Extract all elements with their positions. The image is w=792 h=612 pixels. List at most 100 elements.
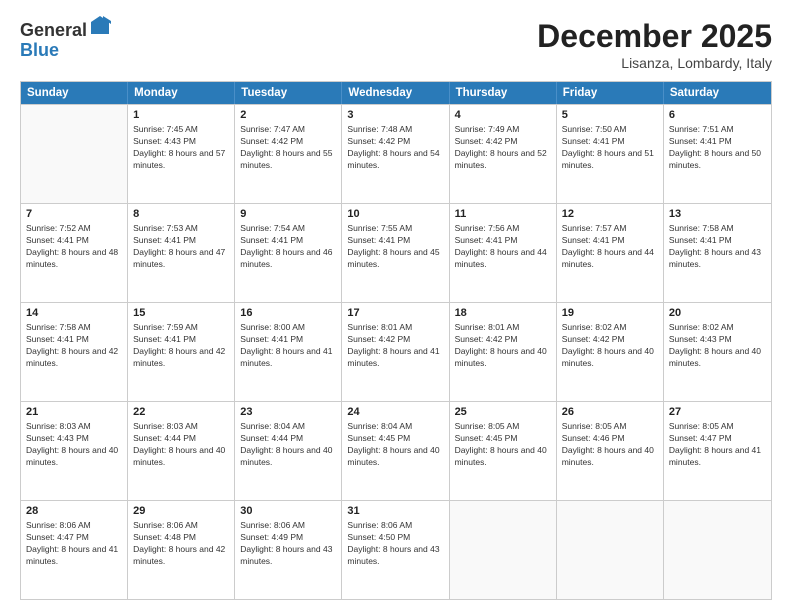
day-number: 7: [26, 207, 122, 222]
day-number: 11: [455, 207, 551, 222]
day-number: 31: [347, 504, 443, 519]
day-number: 6: [669, 108, 766, 123]
calendar-cell: [557, 501, 664, 599]
calendar-cell: 3Sunrise: 7:48 AM Sunset: 4:42 PM Daylig…: [342, 105, 449, 203]
cell-info: Sunrise: 8:02 AM Sunset: 4:42 PM Dayligh…: [562, 322, 658, 370]
day-number: 18: [455, 306, 551, 321]
logo-icon: [89, 14, 111, 36]
cell-info: Sunrise: 7:48 AM Sunset: 4:42 PM Dayligh…: [347, 124, 443, 172]
calendar-cell: 9Sunrise: 7:54 AM Sunset: 4:41 PM Daylig…: [235, 204, 342, 302]
cell-info: Sunrise: 8:04 AM Sunset: 4:44 PM Dayligh…: [240, 421, 336, 469]
day-number: 3: [347, 108, 443, 123]
cell-info: Sunrise: 7:59 AM Sunset: 4:41 PM Dayligh…: [133, 322, 229, 370]
calendar-row: 7Sunrise: 7:52 AM Sunset: 4:41 PM Daylig…: [21, 203, 771, 302]
header-wednesday: Wednesday: [342, 82, 449, 104]
day-number: 2: [240, 108, 336, 123]
calendar-cell: 4Sunrise: 7:49 AM Sunset: 4:42 PM Daylig…: [450, 105, 557, 203]
calendar-cell: 5Sunrise: 7:50 AM Sunset: 4:41 PM Daylig…: [557, 105, 664, 203]
day-number: 4: [455, 108, 551, 123]
calendar-cell: [664, 501, 771, 599]
logo-general: General: [20, 20, 87, 40]
cell-info: Sunrise: 7:56 AM Sunset: 4:41 PM Dayligh…: [455, 223, 551, 271]
day-number: 17: [347, 306, 443, 321]
calendar: Sunday Monday Tuesday Wednesday Thursday…: [20, 81, 772, 600]
calendar-cell: 28Sunrise: 8:06 AM Sunset: 4:47 PM Dayli…: [21, 501, 128, 599]
day-number: 22: [133, 405, 229, 420]
day-number: 24: [347, 405, 443, 420]
header-tuesday: Tuesday: [235, 82, 342, 104]
logo: General Blue: [20, 18, 111, 61]
page-header: General Blue December 2025 Lisanza, Lomb…: [20, 18, 772, 71]
cell-info: Sunrise: 7:50 AM Sunset: 4:41 PM Dayligh…: [562, 124, 658, 172]
header-saturday: Saturday: [664, 82, 771, 104]
day-number: 5: [562, 108, 658, 123]
cell-info: Sunrise: 7:45 AM Sunset: 4:43 PM Dayligh…: [133, 124, 229, 172]
calendar-cell: 19Sunrise: 8:02 AM Sunset: 4:42 PM Dayli…: [557, 303, 664, 401]
calendar-cell: 18Sunrise: 8:01 AM Sunset: 4:42 PM Dayli…: [450, 303, 557, 401]
day-number: 12: [562, 207, 658, 222]
day-number: 29: [133, 504, 229, 519]
day-number: 10: [347, 207, 443, 222]
day-number: 20: [669, 306, 766, 321]
day-number: 26: [562, 405, 658, 420]
cell-info: Sunrise: 7:58 AM Sunset: 4:41 PM Dayligh…: [669, 223, 766, 271]
cell-info: Sunrise: 8:05 AM Sunset: 4:47 PM Dayligh…: [669, 421, 766, 469]
calendar-cell: 25Sunrise: 8:05 AM Sunset: 4:45 PM Dayli…: [450, 402, 557, 500]
header-thursday: Thursday: [450, 82, 557, 104]
calendar-row: 21Sunrise: 8:03 AM Sunset: 4:43 PM Dayli…: [21, 401, 771, 500]
calendar-cell: 13Sunrise: 7:58 AM Sunset: 4:41 PM Dayli…: [664, 204, 771, 302]
calendar-header: Sunday Monday Tuesday Wednesday Thursday…: [21, 82, 771, 104]
calendar-cell: 30Sunrise: 8:06 AM Sunset: 4:49 PM Dayli…: [235, 501, 342, 599]
location: Lisanza, Lombardy, Italy: [537, 55, 772, 71]
day-number: 15: [133, 306, 229, 321]
calendar-cell: 27Sunrise: 8:05 AM Sunset: 4:47 PM Dayli…: [664, 402, 771, 500]
calendar-cell: 2Sunrise: 7:47 AM Sunset: 4:42 PM Daylig…: [235, 105, 342, 203]
calendar-cell: [21, 105, 128, 203]
cell-info: Sunrise: 8:01 AM Sunset: 4:42 PM Dayligh…: [347, 322, 443, 370]
calendar-cell: 15Sunrise: 7:59 AM Sunset: 4:41 PM Dayli…: [128, 303, 235, 401]
calendar-cell: 10Sunrise: 7:55 AM Sunset: 4:41 PM Dayli…: [342, 204, 449, 302]
calendar-cell: 6Sunrise: 7:51 AM Sunset: 4:41 PM Daylig…: [664, 105, 771, 203]
cell-info: Sunrise: 7:47 AM Sunset: 4:42 PM Dayligh…: [240, 124, 336, 172]
calendar-cell: 20Sunrise: 8:02 AM Sunset: 4:43 PM Dayli…: [664, 303, 771, 401]
calendar-cell: 24Sunrise: 8:04 AM Sunset: 4:45 PM Dayli…: [342, 402, 449, 500]
cell-info: Sunrise: 8:06 AM Sunset: 4:49 PM Dayligh…: [240, 520, 336, 568]
calendar-row: 14Sunrise: 7:58 AM Sunset: 4:41 PM Dayli…: [21, 302, 771, 401]
header-sunday: Sunday: [21, 82, 128, 104]
day-number: 19: [562, 306, 658, 321]
calendar-row: 28Sunrise: 8:06 AM Sunset: 4:47 PM Dayli…: [21, 500, 771, 599]
cell-info: Sunrise: 7:58 AM Sunset: 4:41 PM Dayligh…: [26, 322, 122, 370]
calendar-cell: 14Sunrise: 7:58 AM Sunset: 4:41 PM Dayli…: [21, 303, 128, 401]
cell-info: Sunrise: 7:49 AM Sunset: 4:42 PM Dayligh…: [455, 124, 551, 172]
day-number: 13: [669, 207, 766, 222]
cell-info: Sunrise: 8:05 AM Sunset: 4:46 PM Dayligh…: [562, 421, 658, 469]
cell-info: Sunrise: 8:03 AM Sunset: 4:43 PM Dayligh…: [26, 421, 122, 469]
calendar-cell: 17Sunrise: 8:01 AM Sunset: 4:42 PM Dayli…: [342, 303, 449, 401]
header-friday: Friday: [557, 82, 664, 104]
calendar-cell: 11Sunrise: 7:56 AM Sunset: 4:41 PM Dayli…: [450, 204, 557, 302]
calendar-cell: 21Sunrise: 8:03 AM Sunset: 4:43 PM Dayli…: [21, 402, 128, 500]
calendar-cell: 26Sunrise: 8:05 AM Sunset: 4:46 PM Dayli…: [557, 402, 664, 500]
cell-info: Sunrise: 7:55 AM Sunset: 4:41 PM Dayligh…: [347, 223, 443, 271]
calendar-cell: 23Sunrise: 8:04 AM Sunset: 4:44 PM Dayli…: [235, 402, 342, 500]
cell-info: Sunrise: 7:53 AM Sunset: 4:41 PM Dayligh…: [133, 223, 229, 271]
day-number: 25: [455, 405, 551, 420]
day-number: 14: [26, 306, 122, 321]
calendar-cell: 29Sunrise: 8:06 AM Sunset: 4:48 PM Dayli…: [128, 501, 235, 599]
month-title: December 2025: [537, 18, 772, 55]
day-number: 8: [133, 207, 229, 222]
calendar-page: General Blue December 2025 Lisanza, Lomb…: [0, 0, 792, 612]
calendar-cell: 7Sunrise: 7:52 AM Sunset: 4:41 PM Daylig…: [21, 204, 128, 302]
cell-info: Sunrise: 8:02 AM Sunset: 4:43 PM Dayligh…: [669, 322, 766, 370]
day-number: 21: [26, 405, 122, 420]
cell-info: Sunrise: 8:00 AM Sunset: 4:41 PM Dayligh…: [240, 322, 336, 370]
calendar-cell: 8Sunrise: 7:53 AM Sunset: 4:41 PM Daylig…: [128, 204, 235, 302]
header-monday: Monday: [128, 82, 235, 104]
calendar-cell: 16Sunrise: 8:00 AM Sunset: 4:41 PM Dayli…: [235, 303, 342, 401]
cell-info: Sunrise: 7:54 AM Sunset: 4:41 PM Dayligh…: [240, 223, 336, 271]
title-block: December 2025 Lisanza, Lombardy, Italy: [537, 18, 772, 71]
cell-info: Sunrise: 8:04 AM Sunset: 4:45 PM Dayligh…: [347, 421, 443, 469]
cell-info: Sunrise: 8:03 AM Sunset: 4:44 PM Dayligh…: [133, 421, 229, 469]
day-number: 9: [240, 207, 336, 222]
calendar-cell: 1Sunrise: 7:45 AM Sunset: 4:43 PM Daylig…: [128, 105, 235, 203]
